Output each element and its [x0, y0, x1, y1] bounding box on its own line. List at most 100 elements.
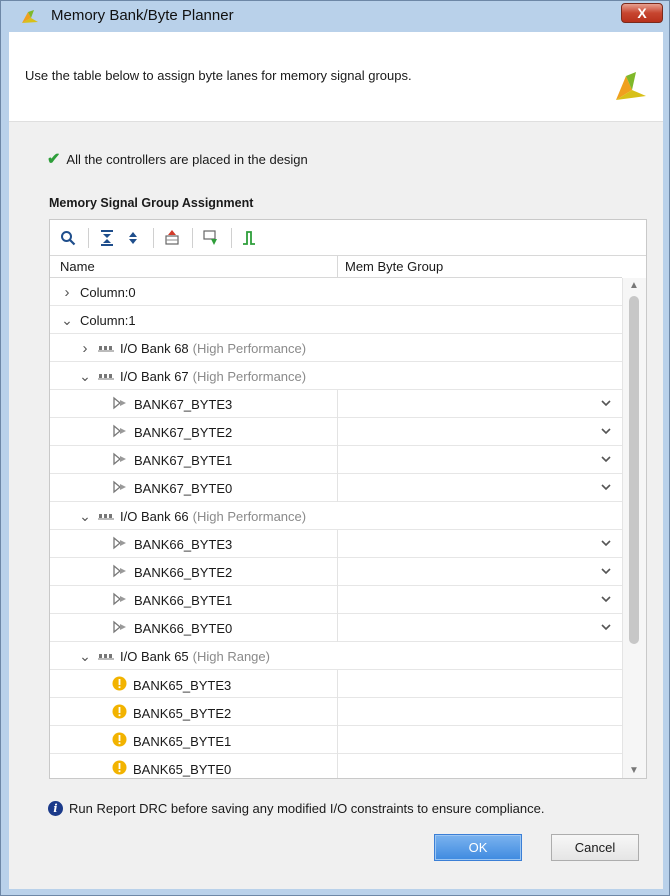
row-label: I/O Bank 65	[120, 649, 189, 664]
expanded-chevron-icon[interactable]: ⌄	[78, 508, 92, 525]
row-name-cell: ⌄ I/O Bank 67 (High Performance)	[78, 368, 306, 385]
expanded-chevron-icon[interactable]: ⌄	[60, 312, 74, 329]
warning-icon	[112, 704, 127, 722]
info-icon: i	[48, 801, 63, 816]
row-label: Column:1	[80, 313, 136, 328]
search-icon[interactable]	[56, 226, 80, 250]
expanded-chevron-icon[interactable]: ⌄	[78, 648, 92, 665]
table-row[interactable]: BANK67_BYTE3	[50, 390, 622, 418]
byte-group-icon	[112, 564, 128, 581]
column-divider	[337, 530, 338, 558]
byte-group-icon	[112, 396, 128, 413]
close-button[interactable]: X	[621, 3, 663, 23]
header-band: Use the table below to assign byte lanes…	[9, 32, 663, 122]
row-sublabel: (High Performance)	[192, 341, 307, 356]
column-divider[interactable]	[337, 256, 338, 278]
row-label: BANK65_BYTE3	[133, 677, 232, 693]
mem-byte-group-dropdown[interactable]	[600, 536, 612, 550]
column-divider	[337, 418, 338, 446]
collapsed-chevron-icon[interactable]: ›	[78, 340, 92, 357]
scroll-up-icon[interactable]: ▲	[629, 280, 639, 291]
table-row[interactable]: ⌄ Column:1	[50, 306, 622, 334]
auto-place-icon[interactable]	[160, 226, 184, 250]
toolbar-separator	[192, 227, 193, 248]
column-header-name[interactable]: Name	[60, 259, 95, 274]
byte-group-icon	[112, 536, 128, 553]
row-label: BANK66_BYTE2	[134, 565, 233, 580]
row-name-cell: BANK67_BYTE0	[112, 480, 232, 497]
column-divider	[337, 558, 338, 586]
row-name-cell: BANK66_BYTE0	[112, 620, 232, 637]
io-bank-icon	[98, 341, 114, 356]
mem-byte-group-dropdown[interactable]	[600, 452, 612, 466]
table-row[interactable]: BANK67_BYTE0	[50, 474, 622, 502]
row-label: BANK65_BYTE1	[133, 733, 232, 749]
toolbar-separator	[88, 227, 89, 248]
window-title: Memory Bank/Byte Planner	[51, 7, 234, 24]
row-name-cell: BANK66_BYTE1	[112, 592, 232, 609]
expand-all-icon[interactable]	[121, 226, 145, 250]
collapse-all-icon[interactable]	[95, 226, 119, 250]
mem-byte-group-dropdown[interactable]	[600, 480, 612, 494]
table-row[interactable]: BANK65_BYTE0	[50, 754, 622, 778]
row-name-cell: BANK65_BYTE0	[112, 760, 231, 778]
row-label: BANK67_BYTE2	[134, 425, 233, 440]
table-row[interactable]: BANK65_BYTE3	[50, 670, 622, 698]
table-row[interactable]: BANK67_BYTE2	[50, 418, 622, 446]
column-divider	[337, 614, 338, 642]
mem-byte-group-dropdown[interactable]	[600, 396, 612, 410]
row-label: I/O Bank 68	[120, 341, 189, 356]
column-divider	[337, 446, 338, 474]
row-name-cell: BANK67_BYTE3	[112, 396, 232, 413]
ok-button[interactable]: OK	[434, 834, 522, 861]
column-header-mem-byte-group[interactable]: Mem Byte Group	[345, 259, 443, 274]
assignment-panel: Name Mem Byte Group › Column:0 ⌄ Column:1 › I…	[49, 219, 647, 779]
table-row[interactable]: BANK66_BYTE2	[50, 558, 622, 586]
table-row[interactable]: BANK66_BYTE3	[50, 530, 622, 558]
mem-byte-group-dropdown[interactable]	[600, 620, 612, 634]
row-name-cell: BANK65_BYTE3	[112, 676, 231, 694]
cancel-button[interactable]: Cancel	[551, 834, 639, 861]
mem-byte-group-dropdown[interactable]	[600, 592, 612, 606]
vivado-logo-icon	[616, 72, 646, 100]
column-divider	[337, 754, 338, 778]
row-sublabel: (High Range)	[192, 649, 270, 664]
row-label: BANK67_BYTE0	[134, 481, 233, 496]
table-row[interactable]: BANK66_BYTE0	[50, 614, 622, 642]
vivado-logo-icon	[22, 10, 38, 23]
placement-status: ✔ All the controllers are placed in the …	[47, 149, 308, 169]
row-name-cell: ⌄ I/O Bank 66 (High Performance)	[78, 508, 306, 525]
byte-group-icon	[112, 480, 128, 497]
row-label: BANK65_BYTE2	[133, 705, 232, 721]
table-row[interactable]: BANK65_BYTE2	[50, 698, 622, 726]
table-row[interactable]: BANK65_BYTE1	[50, 726, 622, 754]
scrollbar-thumb[interactable]	[629, 296, 639, 644]
fix-icon[interactable]	[199, 226, 223, 250]
title-bar[interactable]: Memory Bank/Byte Planner X	[1, 1, 669, 31]
byte-group-icon	[112, 592, 128, 609]
table-row[interactable]: BANK67_BYTE1	[50, 446, 622, 474]
column-divider	[337, 726, 338, 754]
scroll-down-icon[interactable]: ▼	[629, 765, 639, 776]
expanded-chevron-icon[interactable]: ⌄	[78, 368, 92, 385]
column-divider	[337, 698, 338, 726]
vertical-scrollbar[interactable]: ▲ ▼	[622, 278, 646, 778]
table-row[interactable]: ⌄ I/O Bank 66 (High Performance)	[50, 502, 622, 530]
column-divider	[337, 390, 338, 418]
toolbar-separator	[231, 227, 232, 248]
mem-byte-group-dropdown[interactable]	[600, 424, 612, 438]
mem-byte-group-dropdown[interactable]	[600, 564, 612, 578]
row-name-cell: › Column:0	[60, 284, 136, 301]
collapsed-chevron-icon[interactable]: ›	[60, 284, 74, 301]
table-row[interactable]: ⌄ I/O Bank 67 (High Performance)	[50, 362, 622, 390]
warning-icon	[112, 732, 127, 750]
table-row[interactable]: ⌄ I/O Bank 65 (High Range)	[50, 642, 622, 670]
signal-icon[interactable]	[238, 226, 262, 250]
row-name-cell: › I/O Bank 68 (High Performance)	[78, 340, 307, 357]
byte-group-icon	[112, 424, 128, 441]
column-divider	[337, 586, 338, 614]
table-row[interactable]: › Column:0	[50, 278, 622, 306]
table-row[interactable]: BANK66_BYTE1	[50, 586, 622, 614]
table-row[interactable]: › I/O Bank 68 (High Performance)	[50, 334, 622, 362]
row-label: BANK66_BYTE0	[134, 621, 233, 636]
